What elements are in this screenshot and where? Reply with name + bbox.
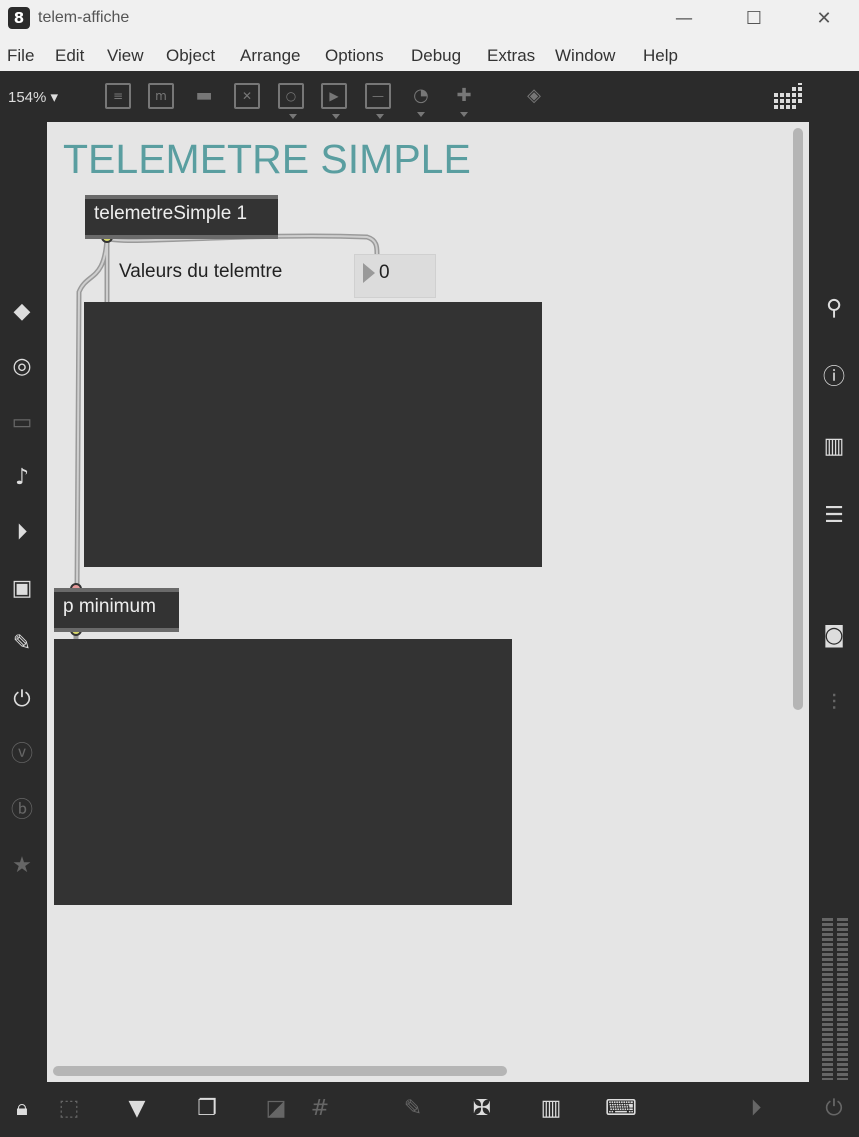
toggle-icon[interactable]: ✕ (234, 83, 260, 109)
presentation-icon[interactable]: ▼ (122, 1094, 152, 1124)
newobject-icon[interactable]: ≡ (105, 83, 131, 109)
number-box[interactable]: 0 (354, 254, 436, 298)
plug-icon[interactable]: ⏻ (7, 685, 37, 715)
grid-view-icon[interactable] (774, 83, 806, 111)
add-icon[interactable]: ✚ (451, 83, 477, 117)
menu-extras[interactable]: Extras (487, 46, 535, 66)
lock-icon[interactable]: 🔒︎ (7, 1094, 37, 1124)
power-icon[interactable]: ⏻ (819, 1094, 849, 1124)
left-sidebar: ◆ ◎ ▭ ♪ ⏵ ▣ ✎ ⏻ ⓥ ⓑ ★ (0, 122, 47, 1082)
horizontal-scrollbar[interactable] (53, 1066, 507, 1076)
add-clip-icon[interactable]: ✎ (398, 1094, 428, 1124)
p-minimum-label: p minimum (63, 596, 156, 617)
max-logo-icon: 8 (8, 7, 30, 29)
piano-icon[interactable]: ▥ (536, 1094, 566, 1124)
patcher-canvas[interactable]: TELEMETRE SIMPLE telemetreSimple 1 Valeu… (47, 122, 809, 1082)
camera-icon[interactable]: ◙ (819, 621, 849, 651)
message-icon[interactable]: m (148, 83, 174, 109)
play-object-icon[interactable]: ▶ (321, 83, 347, 119)
window-title: telem-affiche (38, 9, 130, 26)
menu-edit[interactable]: Edit (55, 46, 84, 66)
number-value: 0 (379, 262, 390, 283)
menu-debug[interactable]: Debug (411, 46, 461, 66)
menu-file[interactable]: File (7, 46, 34, 66)
cube-icon[interactable]: ◆ (7, 297, 37, 327)
menu-help[interactable]: Help (643, 46, 678, 66)
number-triangle-icon (363, 263, 375, 283)
tape-icon[interactable]: ▭ (7, 408, 37, 438)
paperclip-icon[interactable]: ✎ (7, 629, 37, 659)
minimize-button[interactable]: — (655, 0, 713, 38)
keyboard-icon[interactable]: ⌨ (605, 1094, 637, 1124)
info-icon[interactable]: ⓘ (819, 363, 849, 393)
p-minimum-object[interactable]: p minimum (54, 588, 179, 632)
v-icon[interactable]: ⓥ (7, 740, 37, 770)
hide-icon[interactable]: ◪ (261, 1094, 291, 1124)
star-icon[interactable]: ★ (7, 851, 37, 881)
telemetre-simple-label: telemetreSimple 1 (94, 203, 248, 224)
dial-icon[interactable]: ◔ (408, 83, 434, 117)
bottom-bar: 🔒︎ ⬚ ▼ ❐ ◪ # ✎ ✠ ▥ ⌨ ⏵ ⏻ (0, 1082, 859, 1137)
close-button[interactable]: ✕ (795, 0, 853, 38)
telemetre-comment: Valeurs du telemtre (119, 261, 283, 282)
menu-window[interactable]: Window (555, 46, 615, 66)
maximize-button[interactable]: ☐ (725, 0, 783, 38)
level-meter-right (837, 918, 848, 1080)
slider-icon[interactable]: — (365, 83, 391, 119)
target-icon[interactable]: ◎ (7, 352, 37, 382)
menu-view[interactable]: View (107, 46, 144, 66)
wrench-icon[interactable]: ✠ (467, 1094, 497, 1124)
paint-bucket-icon[interactable]: ◈ (521, 83, 547, 109)
button-icon[interactable]: ○ (278, 83, 304, 119)
media-icon[interactable]: ⏵ (7, 518, 37, 548)
minimum-display-panel[interactable] (54, 639, 512, 905)
telemetre-display-panel[interactable] (84, 302, 542, 567)
b-icon[interactable]: ⓑ (7, 796, 37, 826)
right-sidebar: ⚲ ⓘ ▥ ☰ ◙ ⫶ (809, 122, 859, 1082)
telemetre-simple-object[interactable]: telemetreSimple 1 (85, 195, 278, 239)
menu-object[interactable]: Object (166, 46, 215, 66)
windows-icon[interactable]: ❐ (192, 1094, 222, 1124)
level-meter-left (822, 918, 833, 1080)
grid-icon[interactable]: # (305, 1094, 335, 1124)
vertical-scrollbar[interactable] (793, 128, 803, 710)
zoom-dropdown[interactable]: 154% ▾ (8, 88, 58, 106)
menu-arrange[interactable]: Arrange (240, 46, 300, 66)
mixer-icon[interactable]: ⫶ (819, 689, 849, 719)
search-icon[interactable]: ⚲ (819, 294, 849, 324)
pointer-icon[interactable]: ⬚ (54, 1094, 84, 1124)
menu-bar: File Edit View Object Arrange Options De… (0, 38, 859, 72)
image-icon[interactable]: ▣ (7, 574, 37, 604)
play-icon[interactable]: ⏵ (741, 1094, 771, 1124)
menu-options[interactable]: Options (325, 46, 384, 66)
book-icon[interactable]: ▥ (819, 432, 849, 462)
list-icon[interactable]: ☰ (819, 501, 849, 531)
title-bar: 8 telem-affiche — ☐ ✕ (0, 0, 859, 38)
comment-icon[interactable]: ▬ (191, 83, 217, 109)
toolbar: 154% ▾ ≡ m ▬ ✕ ○ ▶ — ◔ ✚ ◈ (0, 71, 859, 122)
music-note-icon[interactable]: ♪ (7, 463, 37, 493)
